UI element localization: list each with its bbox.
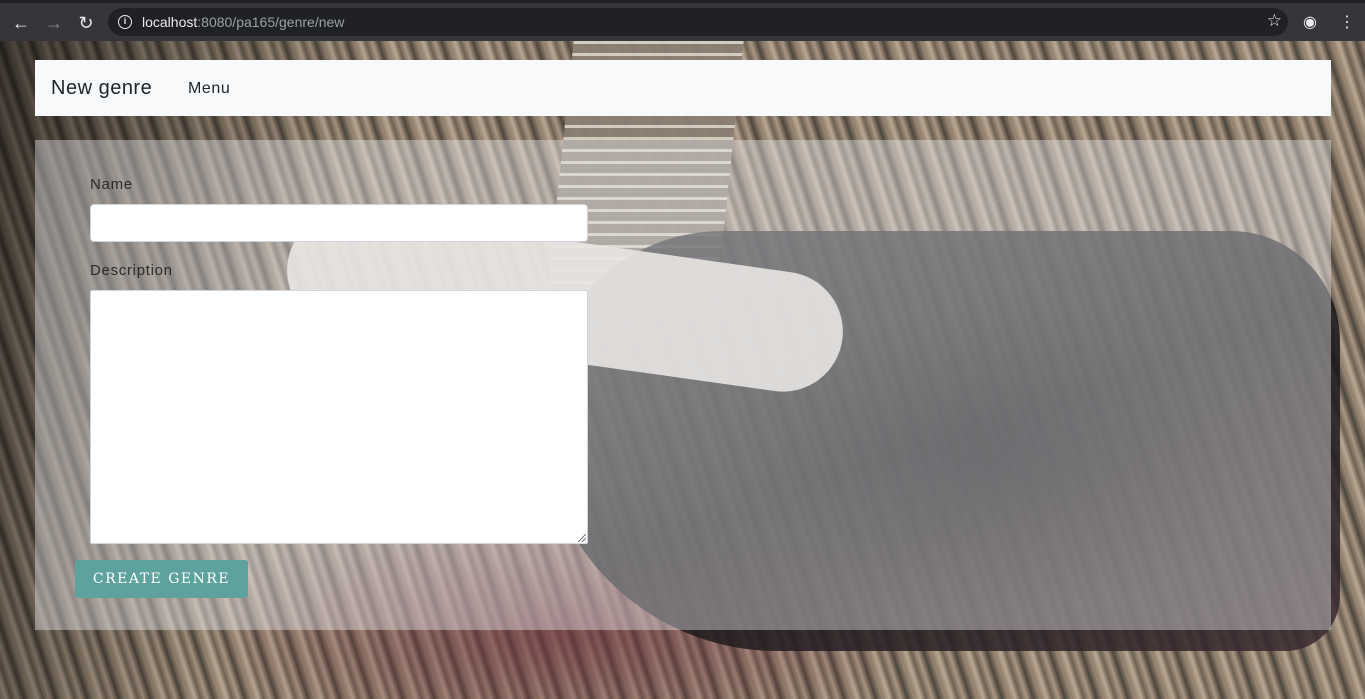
navbar: New genre Menu xyxy=(35,60,1331,116)
url-host: localhost xyxy=(142,14,198,30)
navbar-menu[interactable]: Menu xyxy=(188,80,230,98)
description-label: Description xyxy=(90,262,173,279)
navbar-brand[interactable]: New genre xyxy=(51,77,152,100)
browser-toolbar: ← → ↻ i localhost:8080/pa165/genre/new ☆… xyxy=(0,0,1365,41)
reload-icon[interactable]: ↻ xyxy=(74,11,98,35)
page-background: New genre Menu Name Description CREATE G… xyxy=(0,41,1365,699)
address-bar[interactable]: i localhost:8080/pa165/genre/new ☆ xyxy=(108,8,1288,36)
resize-handle-icon[interactable] xyxy=(578,534,586,542)
genre-form-panel: Name Description CREATE GENRE xyxy=(35,140,1331,630)
more-vert-icon[interactable]: ⋮ xyxy=(1339,11,1355,35)
url-path: :8080/pa165/genre/new xyxy=(197,14,345,30)
name-input[interactable] xyxy=(90,204,588,242)
description-textarea[interactable] xyxy=(90,290,588,544)
bookmark-star-icon[interactable]: ☆ xyxy=(1267,11,1282,31)
name-label: Name xyxy=(90,176,133,193)
info-icon[interactable]: i xyxy=(118,15,132,29)
create-genre-button[interactable]: CREATE GENRE xyxy=(75,560,248,598)
incognito-icon[interactable]: ◉ xyxy=(1303,11,1317,35)
url-text: localhost:8080/pa165/genre/new xyxy=(142,14,344,30)
back-arrow-icon[interactable]: ← xyxy=(9,11,33,35)
forward-arrow-icon[interactable]: → xyxy=(42,11,66,35)
